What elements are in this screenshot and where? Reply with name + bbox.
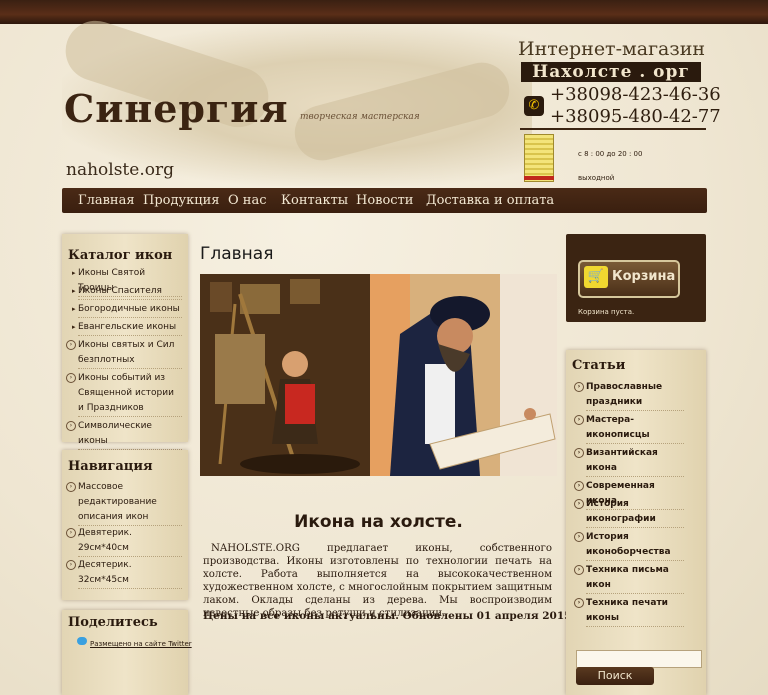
catalog-item-label: Иконы Спасителя [78, 286, 162, 296]
twitter-share-link[interactable]: Размещено на сайте Twitter [90, 640, 192, 648]
cart-icon: 🛒 [584, 266, 608, 288]
article-item[interactable]: › История иконоборчества [574, 530, 684, 561]
site-slogan: творческая мастерская [300, 112, 420, 122]
twitter-icon [77, 637, 87, 645]
navigation-item[interactable]: › Десятерик. 32см*45см [66, 558, 182, 589]
circle-arrow-icon: › [574, 598, 584, 608]
cart-empty-text: Корзина пуста. [578, 308, 635, 316]
navigation-panel: Навигация › Массовое редактирование описа… [62, 450, 188, 600]
photo-iconographer [370, 274, 557, 476]
arrow-icon: ▸ [72, 287, 76, 295]
catalog-item-label: Иконы событий из Священной истории и Пра… [78, 373, 174, 413]
search-input[interactable] [576, 650, 702, 668]
nav-item-home[interactable]: Главная [78, 193, 135, 208]
nav-item-contacts[interactable]: Контакты [281, 193, 348, 208]
site-logo[interactable]: Синергия [64, 86, 289, 131]
circle-arrow-icon: › [66, 421, 76, 431]
catalog-title: Каталог икон [68, 248, 173, 263]
notepad-icon [524, 134, 554, 182]
circle-arrow-icon: › [574, 382, 584, 392]
page-title: Главная [200, 244, 274, 264]
shop-name: Нахолсте . орг [521, 62, 701, 82]
article-item-label: Мастера-иконописцы [586, 415, 650, 440]
working-hours: с 8 : 00 до 20 : 00 [578, 150, 643, 158]
article-item[interactable]: › Православные праздники [574, 380, 684, 411]
day-off: выходной [578, 174, 615, 182]
article-item[interactable]: › Мастера-иконописцы [574, 413, 684, 444]
article-item-label: Техника письма икон [586, 565, 669, 590]
catalog-item[interactable]: ▸ Иконы Спасителя [72, 284, 182, 300]
phone-number-1: +38098-423-46-36 [550, 84, 721, 105]
notepad-icon-accent [524, 176, 554, 180]
navigation-item-label: Девятерик. 29см*40см [78, 528, 132, 553]
painting-icon-painter [200, 274, 370, 476]
top-decor-bar [0, 0, 768, 24]
catalog-item[interactable]: › Иконы святых и Сил безплотных [66, 338, 182, 369]
catalog-item[interactable]: › Символические иконы [66, 419, 182, 450]
catalog-item-label: Иконы святых и Сил безплотных [78, 340, 175, 365]
content-headline: Икона на холсте. [294, 512, 463, 532]
circle-arrow-icon: › [574, 448, 584, 458]
navigation-item[interactable]: › Массовое редактирование описания икон [66, 480, 182, 526]
price-note: Цены на все иконы актуальны. Обновлены 0… [203, 610, 607, 622]
catalog-item-label: Символические иконы [78, 421, 152, 446]
article-item-label: Техника печати иконы [586, 598, 668, 623]
navigation-title: Навигация [68, 459, 153, 474]
circle-arrow-icon: › [574, 415, 584, 425]
site-domain: naholste.org [66, 160, 174, 180]
nav-item-delivery[interactable]: Доставка и оплата [426, 193, 554, 208]
articles-panel: Статьи › Православные праздники › Мастера-… [566, 350, 706, 695]
catalog-panel: Каталог икон ▸ Иконы Святой Троицы ▸ Иконы… [62, 234, 188, 450]
nav-item-news[interactable]: Новости [356, 193, 413, 208]
article-item-label: Византийская икона [586, 448, 658, 473]
circle-arrow-icon: › [66, 482, 76, 492]
arrow-icon: ▸ [72, 269, 76, 277]
search-button[interactable]: Поиск [576, 667, 654, 685]
arrow-icon: ▸ [72, 305, 76, 313]
circle-arrow-icon: › [574, 565, 584, 575]
circle-arrow-icon: › [574, 481, 584, 491]
nav-item-products[interactable]: Продукция [143, 193, 220, 208]
circle-arrow-icon: › [66, 528, 76, 538]
circle-arrow-icon: › [66, 373, 76, 383]
main-nav: Главная Продукция О нас Контакты Новости… [62, 188, 707, 213]
cart-label: Корзина [612, 269, 676, 284]
circle-arrow-icon: › [574, 499, 584, 509]
catalog-item[interactable]: › Иконы событий из Священной истории и Пр… [66, 371, 182, 417]
circle-arrow-icon: › [66, 340, 76, 350]
navigation-item[interactable]: › Девятерик. 29см*40см [66, 526, 182, 557]
article-item-label: История иконографии [586, 499, 656, 524]
circle-arrow-icon: › [574, 532, 584, 542]
content-body: NAHOLSTE.ORG предлагает иконы, собственн… [203, 543, 552, 619]
nav-item-about[interactable]: О нас [228, 193, 267, 208]
catalog-item[interactable]: ▸ Богородичные иконы [72, 302, 182, 318]
shop-title: Интернет-магазин [518, 38, 706, 60]
phone-icon: ✆ [524, 96, 544, 116]
article-item[interactable]: › Техника печати иконы [574, 596, 684, 627]
article-item[interactable]: › История иконографии [574, 497, 684, 528]
article-item-label: Православные праздники [586, 382, 663, 407]
catalog-item-label: Евангельские иконы [78, 322, 177, 332]
arrow-icon: ▸ [72, 323, 76, 331]
share-panel: Поделитесь [62, 610, 188, 695]
divider [520, 128, 706, 130]
circle-arrow-icon: › [66, 560, 76, 570]
article-item[interactable]: › Техника письма икон [574, 563, 684, 594]
catalog-item-label: Богородичные иконы [78, 304, 180, 314]
catalog-item[interactable]: ▸ Евангельские иконы [72, 320, 182, 336]
phone-number-2: +38095-480-42-77 [550, 106, 721, 127]
article-item-label: История иконоборчества [586, 532, 671, 557]
cart-button[interactable]: 🛒 Корзина [578, 260, 680, 298]
navigation-item-label: Десятерик. 32см*45см [78, 560, 132, 585]
article-item[interactable]: › Византийская икона [574, 446, 684, 477]
share-title: Поделитесь [68, 615, 158, 630]
articles-title: Статьи [572, 358, 626, 373]
navigation-item-label: Массовое редактирование описания икон [78, 482, 157, 522]
